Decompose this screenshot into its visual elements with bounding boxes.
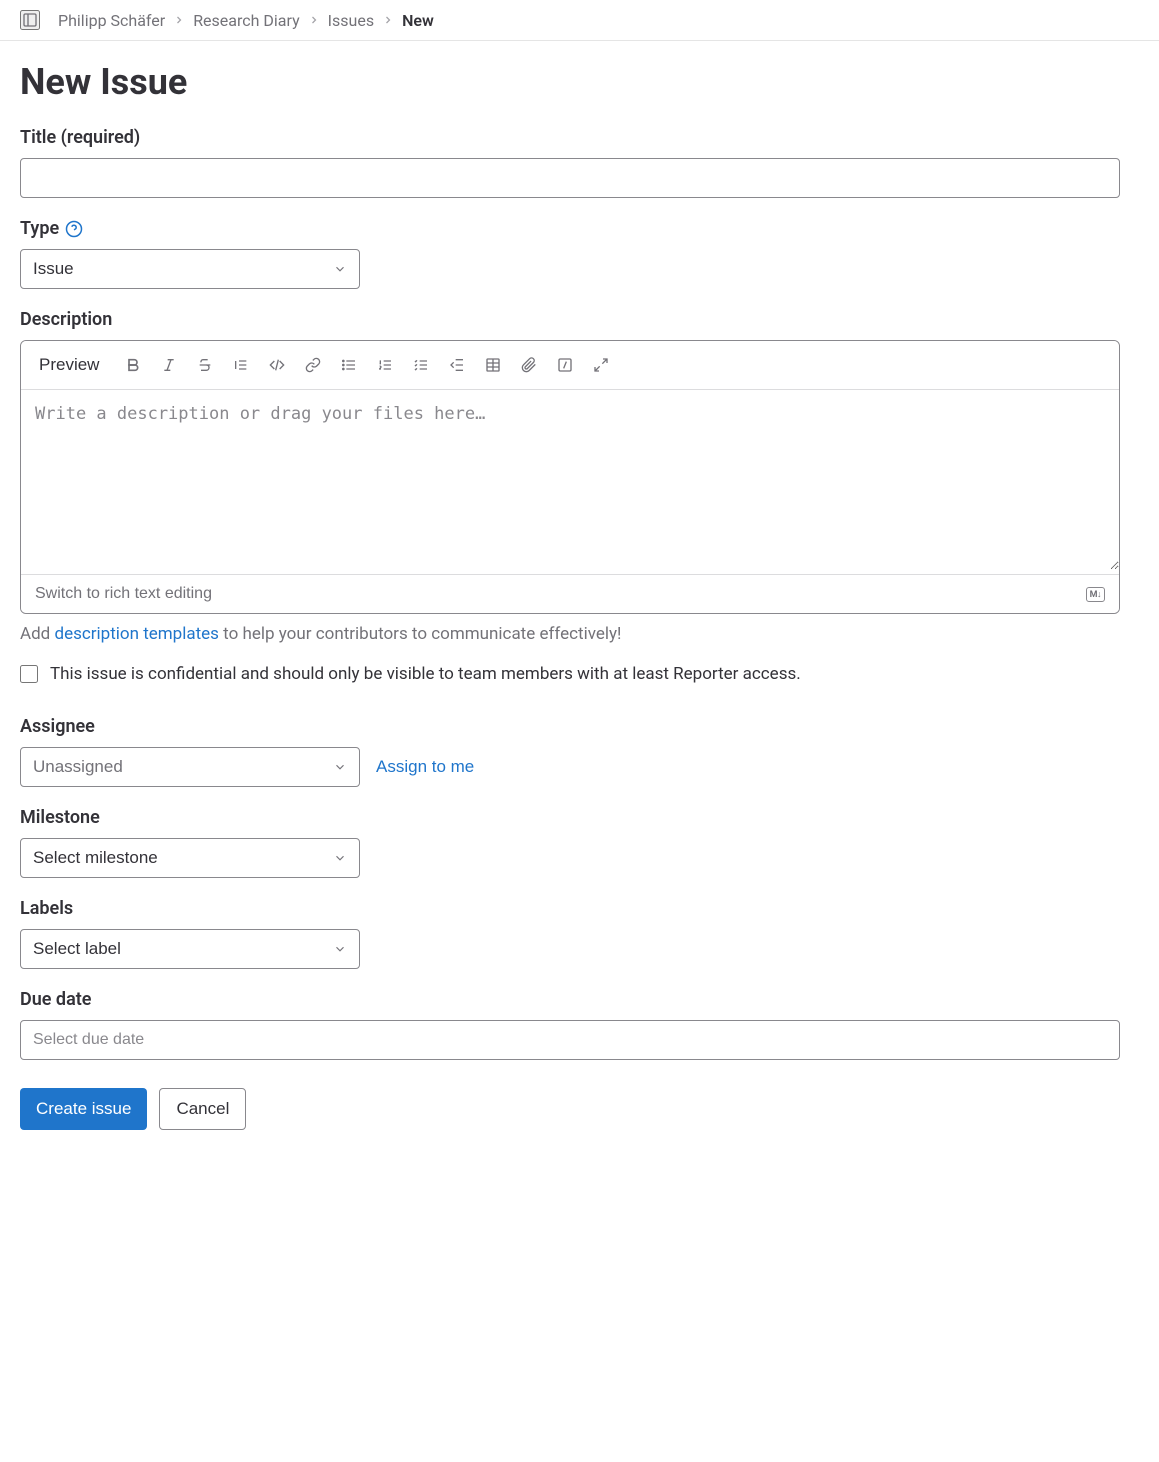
switch-editor-button[interactable]: Switch to rich text editing: [35, 585, 212, 603]
content: New Issue Title (required) Type Issue De…: [0, 41, 1140, 1150]
bold-icon[interactable]: [117, 349, 149, 381]
labels-dropdown[interactable]: Select label: [20, 929, 360, 969]
labels-group: Labels Select label: [20, 898, 1120, 969]
editor: Preview: [20, 340, 1120, 614]
description-group: Description Preview: [20, 309, 1120, 644]
chevron-down-icon: [333, 760, 347, 774]
editor-footer: Switch to rich text editing M↓: [21, 574, 1119, 613]
type-dropdown[interactable]: Issue: [20, 249, 360, 289]
title-group: Title (required): [20, 127, 1120, 198]
strikethrough-icon[interactable]: [189, 349, 221, 381]
chevron-right-icon: [382, 14, 394, 26]
confidential-row: This issue is confidential and should on…: [20, 664, 1120, 684]
description-textarea[interactable]: [21, 390, 1119, 570]
milestone-dropdown[interactable]: Select milestone: [20, 838, 360, 878]
table-icon[interactable]: [477, 349, 509, 381]
milestone-label: Milestone: [20, 807, 1120, 828]
breadcrumb-item[interactable]: Philipp Schäfer: [58, 11, 165, 30]
due-date-input[interactable]: [20, 1020, 1120, 1060]
labels-label: Labels: [20, 898, 1120, 919]
help-icon[interactable]: [65, 220, 83, 238]
collapse-icon[interactable]: [441, 349, 473, 381]
breadcrumb-current: New: [402, 11, 434, 30]
task-list-icon[interactable]: [405, 349, 437, 381]
create-issue-button[interactable]: Create issue: [20, 1088, 147, 1130]
sidebar-toggle-button[interactable]: [20, 10, 40, 30]
preview-button[interactable]: Preview: [31, 351, 107, 379]
assign-to-me-button[interactable]: Assign to me: [376, 757, 474, 777]
code-icon[interactable]: [261, 349, 293, 381]
chevron-down-icon: [333, 262, 347, 276]
form-actions: Create issue Cancel: [20, 1088, 1120, 1130]
confidential-label[interactable]: This issue is confidential and should on…: [50, 664, 801, 684]
breadcrumb-item[interactable]: Research Diary: [193, 11, 299, 30]
attachment-icon[interactable]: [513, 349, 545, 381]
chevron-down-icon: [333, 851, 347, 865]
numbered-list-icon[interactable]: [369, 349, 401, 381]
markdown-badge[interactable]: M↓: [1086, 587, 1105, 602]
editor-toolbar: Preview: [21, 341, 1119, 390]
breadcrumb-item[interactable]: Issues: [328, 11, 374, 30]
assignee-dropdown[interactable]: Unassigned: [20, 747, 360, 787]
bullet-list-icon[interactable]: [333, 349, 365, 381]
chevron-right-icon: [173, 14, 185, 26]
quote-icon[interactable]: [225, 349, 257, 381]
description-helper: Add description templates to help your c…: [20, 624, 1120, 644]
description-templates-link[interactable]: description templates: [54, 624, 218, 644]
due-date-group: Due date: [20, 989, 1120, 1060]
assignee-group: Assignee Unassigned Assign to me: [20, 716, 1120, 787]
top-bar: Philipp Schäfer Research Diary Issues Ne…: [0, 0, 1159, 41]
confidential-checkbox[interactable]: [20, 665, 38, 683]
type-label: Type: [20, 218, 1120, 239]
chevron-down-icon: [333, 942, 347, 956]
assignee-label: Assignee: [20, 716, 1120, 737]
milestone-group: Milestone Select milestone: [20, 807, 1120, 878]
due-date-label: Due date: [20, 989, 1120, 1010]
cancel-button[interactable]: Cancel: [159, 1088, 246, 1130]
link-icon[interactable]: [297, 349, 329, 381]
quick-action-icon[interactable]: [549, 349, 581, 381]
title-input[interactable]: [20, 158, 1120, 198]
chevron-right-icon: [308, 14, 320, 26]
fullscreen-icon[interactable]: [585, 349, 617, 381]
page-title: New Issue: [20, 61, 1120, 103]
type-group: Type Issue: [20, 218, 1120, 289]
panel-left-icon: [22, 11, 38, 29]
description-label: Description: [20, 309, 1120, 330]
italic-icon[interactable]: [153, 349, 185, 381]
breadcrumb: Philipp Schäfer Research Diary Issues Ne…: [58, 11, 434, 30]
title-label: Title (required): [20, 127, 1120, 148]
